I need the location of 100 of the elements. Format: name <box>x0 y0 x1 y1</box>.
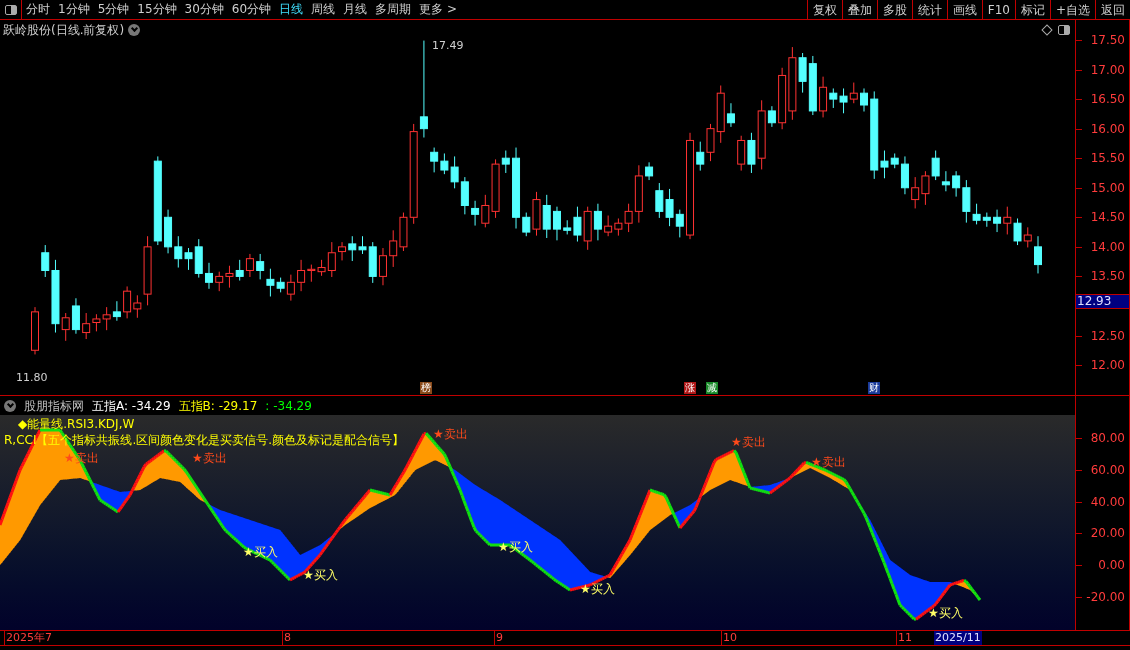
candlestick <box>174 235 183 269</box>
period-tab[interactable]: 30分钟 <box>180 0 228 19</box>
indicator-value: 五指A: -34.29 <box>92 397 171 415</box>
event-marker[interactable]: 涨 <box>684 382 696 394</box>
toolbar-button[interactable]: F10 <box>981 0 1015 19</box>
dropdown-icon[interactable] <box>128 24 141 36</box>
price-axis-label: 14.50 <box>1090 210 1125 225</box>
toolbar-button[interactable]: +自选 <box>1049 0 1095 19</box>
candlestick <box>604 215 613 237</box>
toolbar-button[interactable]: 返回 <box>1095 0 1130 19</box>
sell-signal: ★卖出 <box>731 435 766 449</box>
price-axis-label: 17.00 <box>1090 62 1125 77</box>
low-price-label: 11.80 <box>16 370 48 386</box>
period-tab[interactable]: 5分钟 <box>93 0 134 19</box>
dropdown-icon[interactable] <box>4 399 16 412</box>
candlestick <box>593 203 602 241</box>
indicator-value: : -34.29 <box>265 397 312 415</box>
candlestick <box>675 209 684 238</box>
period-tab[interactable]: 1分钟 <box>54 0 94 19</box>
candlestick <box>256 253 265 280</box>
toolbar-button[interactable]: 标记 <box>1014 0 1050 19</box>
toolbar-button[interactable]: 叠加 <box>841 0 877 19</box>
candlestick <box>931 150 940 181</box>
indicator-axis-label: 40.00 <box>1090 494 1125 509</box>
toolbar-button[interactable]: 画线 <box>946 0 982 19</box>
sell-signal: ★卖出 <box>192 451 227 465</box>
sell-signal: ★卖出 <box>811 455 846 469</box>
legend-text: ◆能量线.RSI3.KDJ,W <box>18 416 135 432</box>
candlestick <box>245 253 254 278</box>
candlestick <box>123 285 132 319</box>
candlestick <box>348 235 357 262</box>
stock-title: 跃岭股份(日线.前复权) <box>3 22 125 39</box>
event-marker[interactable]: 榜 <box>420 382 432 394</box>
price-axis-label: 14.00 <box>1090 239 1125 254</box>
period-tab[interactable]: 月线 <box>339 0 372 19</box>
indicator-value: 五指B: -29.17 <box>178 397 258 415</box>
date-label: 11 <box>896 631 912 645</box>
period-tab[interactable]: 15分钟 <box>133 0 181 19</box>
candlestick <box>982 212 991 228</box>
candlestick <box>552 206 561 241</box>
candlestick <box>164 209 173 254</box>
current-price-label: 12.93 <box>1076 294 1129 309</box>
candlestick <box>860 87 868 112</box>
price-axis-label: 15.50 <box>1090 151 1125 166</box>
current-date-label: 2025/11 <box>934 631 982 645</box>
period-tab[interactable]: 多周期 <box>371 0 416 19</box>
toolbar-button[interactable]: 复权 <box>806 0 842 19</box>
candlestick <box>542 194 551 239</box>
candlestick <box>778 67 787 130</box>
period-tab[interactable]: 分时 <box>22 0 54 19</box>
price-axis-label: 17.50 <box>1090 33 1125 47</box>
period-tab[interactable]: 60分钟 <box>227 0 276 19</box>
candlestick <box>389 229 398 268</box>
candlestick <box>849 82 858 104</box>
candlestick <box>31 306 39 355</box>
candlestick <box>205 262 213 290</box>
candlestick <box>583 206 592 251</box>
price-axis-label: 15.00 <box>1090 180 1125 195</box>
candlestick <box>1003 206 1012 235</box>
candlestick <box>225 265 234 289</box>
candlestick <box>235 259 244 282</box>
candlestick <box>665 188 674 227</box>
candlestick <box>71 297 80 335</box>
event-marker[interactable]: 减 <box>706 382 718 394</box>
candlestick <box>696 141 705 172</box>
period-tab[interactable]: 更多 > <box>415 0 461 19</box>
candlestick <box>993 209 1002 233</box>
date-label: 2025年7 <box>4 631 52 645</box>
buy-signal: ★买入 <box>928 606 963 620</box>
candlestick <box>1023 226 1032 248</box>
period-tab[interactable]: 日线 <box>275 0 308 19</box>
candlestick <box>338 241 347 261</box>
price-axis-label: 12.00 <box>1090 358 1125 373</box>
indicator-axis-label: 20.00 <box>1090 526 1125 541</box>
panel-toggle-icon[interactable] <box>1058 25 1070 35</box>
buy-signal: ★买入 <box>303 568 338 582</box>
event-marker[interactable]: 财 <box>868 382 880 394</box>
candlestick <box>460 176 469 215</box>
candlestick <box>921 170 930 206</box>
period-tab[interactable]: 周线 <box>307 0 340 19</box>
candlestick <box>215 271 224 292</box>
candlestick <box>941 170 950 192</box>
sell-signal: ★卖出 <box>433 427 468 441</box>
candlestick <box>102 306 111 331</box>
candlestick <box>1034 235 1042 274</box>
indicator-axis-label: 0.00 <box>1098 558 1125 572</box>
candlestick <box>839 87 848 114</box>
indicator-axis-label: 80.00 <box>1090 431 1125 445</box>
date-label: 10 <box>721 631 737 645</box>
candlestick <box>1013 218 1022 246</box>
price-axis-label: 12.50 <box>1090 328 1125 343</box>
price-axis-label: 16.00 <box>1090 121 1125 136</box>
candlestick <box>379 247 387 286</box>
indicator-axis-label: -20.00 <box>1086 589 1125 604</box>
price-axis-label: 16.50 <box>1090 92 1125 107</box>
candlestick <box>471 200 480 227</box>
toolbar-button[interactable]: 多股 <box>876 0 912 19</box>
candlestick <box>911 176 920 209</box>
toolbar-button[interactable]: 统计 <box>911 0 947 19</box>
panel-toggle-icon[interactable] <box>4 4 17 15</box>
